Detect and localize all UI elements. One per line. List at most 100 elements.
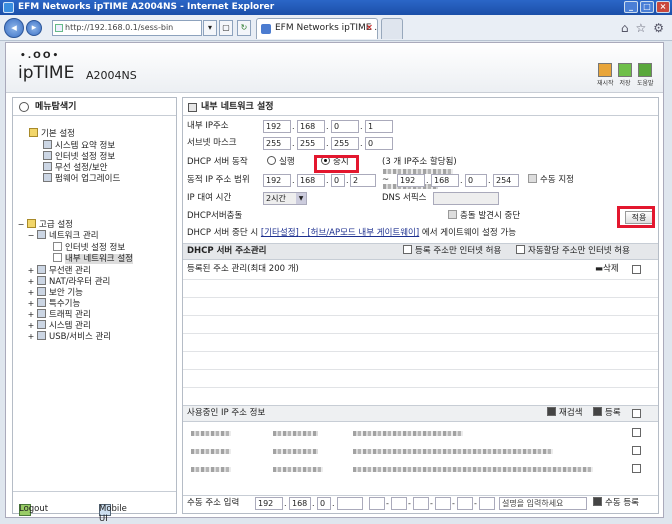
window-titlebar: EFM Networks ipTIME A2004NS - Internet E…	[0, 0, 672, 15]
manual-mac-6[interactable]	[479, 497, 495, 510]
help-button[interactable]: 도움말	[637, 63, 654, 87]
hub-ap-gateway-link[interactable]: [허브/AP모드 내부 게이트웨이]	[307, 228, 419, 238]
delete-button[interactable]: ▬삭제	[595, 261, 619, 278]
logout-label: Logout	[19, 504, 49, 514]
collapse-icon[interactable]: −	[27, 230, 35, 241]
tree-internal-network[interactable]: 내부 네트워크 설정	[53, 253, 133, 265]
tree-label-selected: 내부 네트워크 설정	[65, 254, 133, 264]
settings-gear-icon[interactable]: ⚙	[653, 21, 664, 35]
usb-icon	[37, 331, 46, 340]
manual-range-checkbox[interactable]: 수동 지정	[528, 172, 574, 189]
back-button[interactable]: ◂	[4, 18, 24, 38]
highlight-box-stop	[314, 155, 359, 173]
home-icon[interactable]: ⌂	[621, 21, 629, 35]
range-start-octet4[interactable]: 2	[350, 174, 376, 187]
expand-icon[interactable]: +	[27, 276, 35, 287]
new-tab-button[interactable]	[381, 18, 403, 39]
manual-ip-octet3[interactable]: 0	[317, 497, 331, 510]
internal-ip-octet2[interactable]: 168	[297, 120, 325, 133]
lease-label: IP 대여 시간	[187, 193, 232, 203]
expand-icon[interactable]: +	[27, 309, 35, 320]
expand-icon[interactable]: +	[27, 287, 35, 298]
gateway-notice-row: DHCP 서버 중단 시 [기타설정] - [허브/AP모드 내부 게이트웨이]…	[183, 225, 658, 242]
stop-on-conflict-label: 충돌 발견시 중단	[460, 211, 521, 221]
compat-view-button[interactable]: ▢	[219, 20, 233, 36]
row-checkbox[interactable]	[632, 446, 641, 455]
row-checkbox[interactable]	[632, 464, 641, 473]
checkbox-icon	[516, 245, 525, 254]
manual-register-button[interactable]: 수동 등록	[593, 496, 639, 511]
minimize-button[interactable]: _	[624, 1, 638, 13]
dns-suffix-label: DNS 서픽스	[382, 193, 427, 203]
lease-select[interactable]: 2시간 ▼	[263, 192, 307, 205]
row-checkbox[interactable]	[632, 428, 641, 437]
subnet-octet4[interactable]: 0	[365, 137, 393, 150]
document-icon	[53, 253, 62, 262]
range-end-octet4[interactable]: 254	[493, 174, 519, 187]
refresh-button[interactable]: ↻	[237, 20, 251, 36]
rescan-button[interactable]: 재검색	[547, 406, 582, 421]
auto-only-checkbox[interactable]: 자동할당 주소만 인터넷 허용	[516, 244, 630, 259]
other-settings-link[interactable]: [기타설정]	[261, 228, 299, 238]
register-button[interactable]: 등록	[593, 406, 621, 421]
subnet-octet1[interactable]: 255	[263, 137, 291, 150]
restart-label: 재시작	[597, 80, 614, 87]
manual-ip-octet4[interactable]	[337, 497, 363, 510]
range-start-octet1[interactable]: 192	[263, 174, 291, 187]
tree-network-mgmt[interactable]: − 네트워크 관리	[27, 230, 99, 242]
restart-button[interactable]: 재시작	[597, 63, 614, 87]
forward-button[interactable]: ▸	[26, 20, 42, 36]
internet-icon	[43, 151, 52, 160]
internal-network-panel: 내부 네트워크 설정 내부 IP주소 192. 168. 0. 1 서브넷 마스…	[182, 97, 659, 514]
range-start-octet2[interactable]: 168	[297, 174, 325, 187]
dns-suffix-input[interactable]	[433, 192, 499, 205]
expand-icon[interactable]: +	[27, 331, 35, 342]
manual-ip-octet1[interactable]: 192	[255, 497, 283, 510]
redacted-text	[353, 431, 463, 436]
tree-usb-service[interactable]: + USB/서비스 관리	[27, 331, 111, 343]
stop-on-conflict-checkbox[interactable]: 충돌 발견시 중단	[448, 208, 520, 225]
dhcp-run-radio[interactable]: 실행	[267, 154, 295, 171]
range-end-octet1[interactable]: 192	[397, 174, 425, 187]
dhcp-run-label: 실행	[279, 157, 295, 167]
manual-ip-octet2[interactable]: 168	[289, 497, 311, 510]
manual-mac-2[interactable]	[391, 497, 407, 510]
manual-mac-5[interactable]	[457, 497, 473, 510]
firmware-icon	[43, 173, 52, 182]
range-end-octet2[interactable]: 168	[431, 174, 459, 187]
select-all-registered-checkbox[interactable]	[632, 265, 641, 274]
internal-ip-octet1[interactable]: 192	[263, 120, 291, 133]
internal-ip-octet4[interactable]: 1	[365, 120, 393, 133]
subnet-octet3[interactable]: 255	[331, 137, 359, 150]
expand-icon[interactable]: +	[27, 320, 35, 331]
tree-basic-settings[interactable]: 기본 설정	[29, 128, 75, 140]
browser-tab[interactable]: EFM Networks ipTIME ... ×	[256, 18, 378, 39]
manual-description-input[interactable]: 설명을 입력하세요	[499, 497, 587, 510]
dhcp-mode-label: DHCP 서버 동작	[187, 157, 248, 167]
range-start-octet3[interactable]: 0	[331, 174, 345, 187]
range-end-octet3[interactable]: 0	[465, 174, 487, 187]
expand-icon[interactable]: +	[27, 298, 35, 309]
manual-mac-4[interactable]	[435, 497, 451, 510]
tab-close-icon[interactable]: ×	[365, 19, 373, 38]
settings-icon	[188, 103, 197, 112]
registered-only-checkbox[interactable]: 등록 주소만 인터넷 허용	[403, 244, 501, 259]
collapse-icon[interactable]: −	[17, 219, 25, 230]
close-button[interactable]: ×	[656, 1, 670, 13]
menu-footer: Logout Mobile UI	[13, 491, 176, 524]
maximize-button[interactable]: □	[640, 1, 654, 13]
expand-icon[interactable]: +	[27, 265, 35, 276]
manual-mac-3[interactable]	[413, 497, 429, 510]
save-button[interactable]: 저장	[617, 63, 633, 87]
dynamic-range-row: 동적 IP 주소 범위 192. 168. 0. 2 ~ 192. 168. 0…	[183, 172, 658, 189]
address-bar[interactable]: http://192.168.0.1/sess-bin	[52, 20, 202, 36]
select-all-inuse-checkbox[interactable]	[632, 409, 641, 418]
tree-firmware-upgrade[interactable]: 펌웨어 업그레이드	[43, 173, 120, 185]
address-dropdown-button[interactable]: ▾	[203, 20, 217, 36]
save-label: 저장	[619, 80, 631, 87]
favorites-icon[interactable]: ☆	[635, 21, 646, 35]
subnet-octet2[interactable]: 255	[297, 137, 325, 150]
tree-label: 특수기능	[49, 299, 81, 309]
internal-ip-octet3[interactable]: 0	[331, 120, 359, 133]
manual-mac-1[interactable]	[369, 497, 385, 510]
